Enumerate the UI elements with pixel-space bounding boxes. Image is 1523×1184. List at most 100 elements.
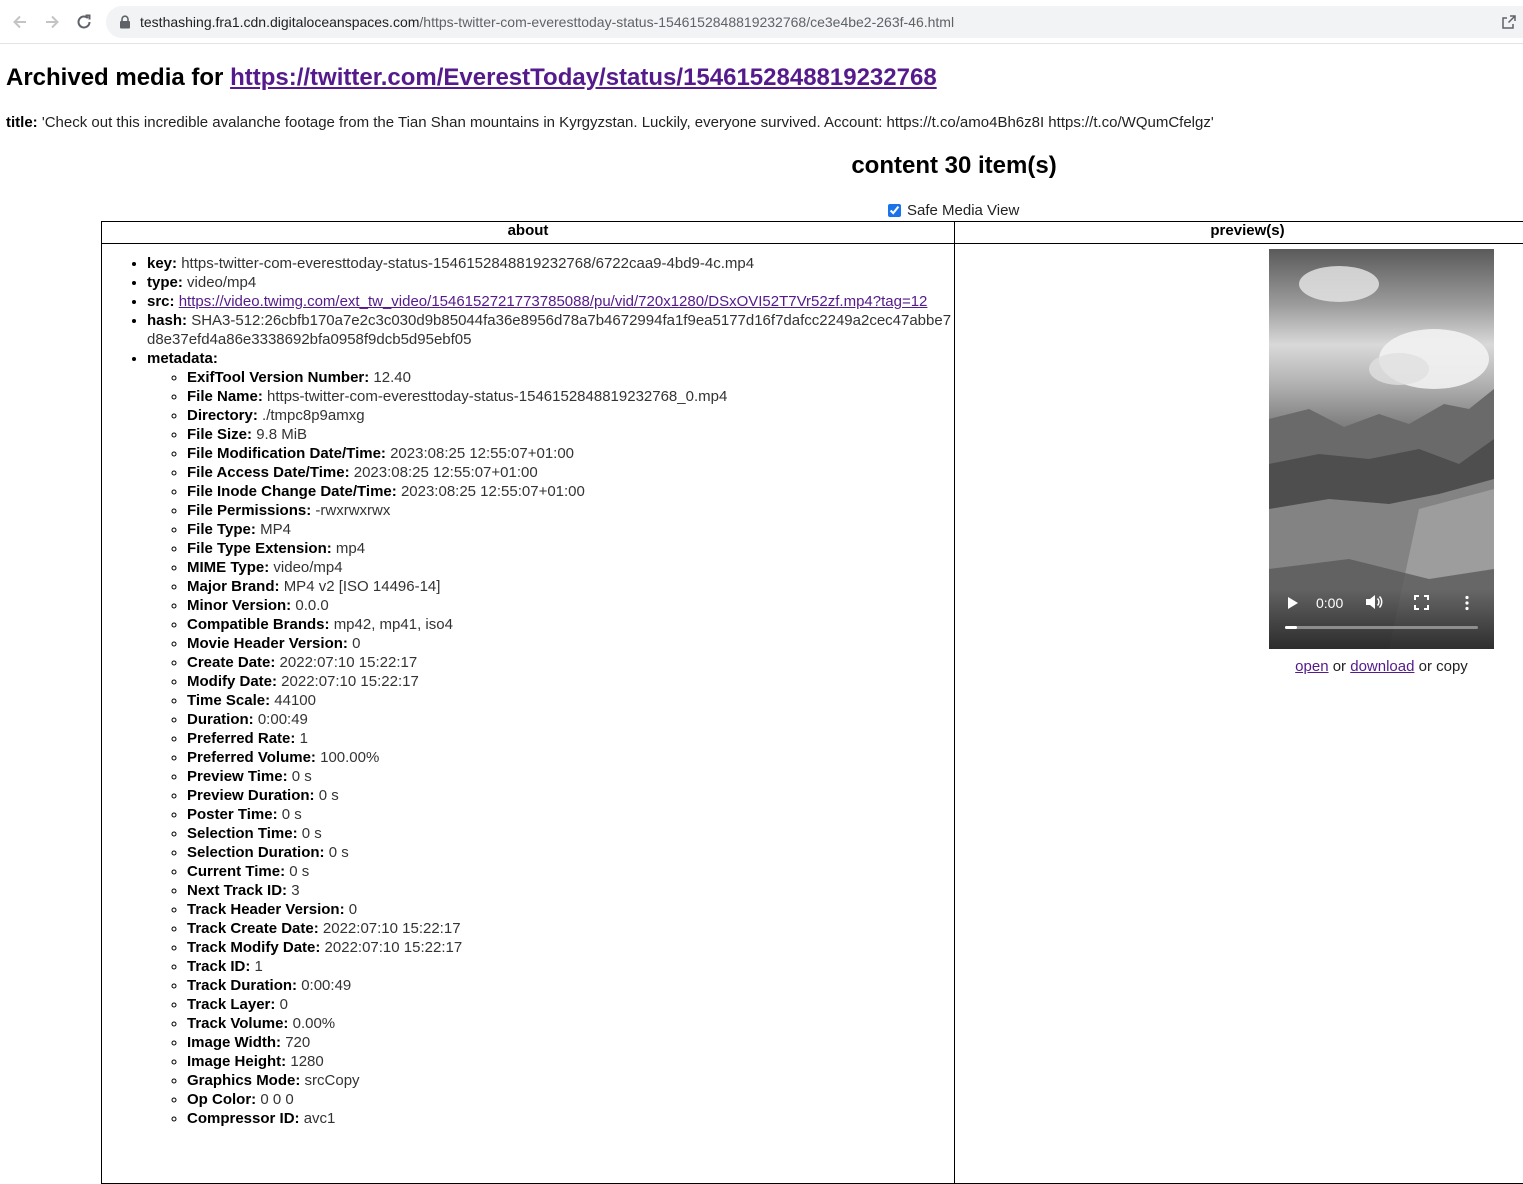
metadata-key: Minor Version:	[187, 597, 291, 614]
or-copy-text: or copy	[1414, 658, 1467, 675]
metadata-value: 9.8 MiB	[256, 426, 307, 443]
metadata-value: avc1	[304, 1110, 336, 1127]
media-table: about preview(s) key: https-twitter-com-…	[101, 221, 1523, 1184]
tweet-link[interactable]: https://twitter.com/EverestToday/status/…	[230, 64, 937, 91]
metadata-value: 0.00%	[293, 1015, 336, 1032]
metadata-key: File Permissions:	[187, 502, 311, 519]
metadata-value: 0	[280, 996, 288, 1013]
metadata-value: 0:00:49	[258, 711, 308, 728]
metadata-item: metadata: ExifTool Version Number: 12.40…	[147, 349, 954, 1128]
metadata-key: Graphics Mode:	[187, 1072, 300, 1089]
forward-button[interactable]	[40, 10, 64, 34]
metadata-value: 44100	[274, 692, 316, 709]
metadata-key: Track Duration:	[187, 977, 297, 994]
metadata-key: File Type:	[187, 521, 256, 538]
metadata-entry: ExifTool Version Number: 12.40	[187, 368, 954, 387]
metadata-key: Preferred Volume:	[187, 749, 316, 766]
key-item: key: https-twitter-com-everesttoday-stat…	[147, 254, 954, 273]
key-value: https-twitter-com-everesttoday-status-15…	[181, 255, 754, 272]
metadata-list: ExifTool Version Number: 12.40File Name:…	[147, 368, 954, 1128]
metadata-value: 0 s	[319, 787, 339, 804]
video-player[interactable]: 0:00	[1269, 249, 1494, 649]
metadata-key: Poster Time:	[187, 806, 278, 823]
metadata-entry: File Size: 9.8 MiB	[187, 425, 954, 444]
metadata-key: Track Create Date:	[187, 920, 319, 937]
metadata-value: 12.40	[373, 369, 411, 386]
metadata-entry: Duration: 0:00:49	[187, 710, 954, 729]
metadata-entry: Image Height: 1280	[187, 1052, 954, 1071]
metadata-key: Track ID:	[187, 958, 250, 975]
metadata-key: File Name:	[187, 388, 263, 405]
metadata-entry: Preview Duration: 0 s	[187, 786, 954, 805]
metadata-key: Compressor ID:	[187, 1110, 300, 1127]
content-count-heading: content 30 item(s)	[0, 152, 1523, 180]
metadata-entry: Selection Duration: 0 s	[187, 843, 954, 862]
reload-icon	[75, 13, 93, 31]
metadata-value: -rwxrwxrwx	[315, 502, 390, 519]
back-button[interactable]	[8, 10, 32, 34]
metadata-entry: File Name: https-twitter-com-everesttoda…	[187, 387, 954, 406]
title-label: title:	[6, 114, 38, 131]
arrow-right-icon	[43, 13, 61, 31]
metadata-entry: Compressor ID: avc1	[187, 1109, 954, 1128]
address-bar[interactable]: testhashing.fra1.cdn.digitaloceanspaces.…	[106, 6, 1523, 38]
column-header-previews: preview(s)	[955, 222, 1523, 244]
metadata-value: 0 0 0	[260, 1091, 293, 1108]
metadata-key: Track Volume:	[187, 1015, 288, 1032]
metadata-entry: File Permissions: -rwxrwxrwx	[187, 501, 954, 520]
safe-media-view-toggle[interactable]: Safe Media View	[888, 202, 1019, 219]
metadata-entry: Create Date: 2022:07:10 15:22:17	[187, 653, 954, 672]
metadata-key: Compatible Brands:	[187, 616, 330, 633]
metadata-key: Selection Time:	[187, 825, 298, 842]
metadata-value: 2023:08:25 12:55:07+01:00	[354, 464, 538, 481]
url-host: testhashing.fra1.cdn.digitaloceanspaces.…	[140, 14, 419, 30]
hash-label: hash:	[147, 312, 187, 329]
metadata-key: Image Height:	[187, 1053, 286, 1070]
metadata-key: Track Modify Date:	[187, 939, 320, 956]
metadata-key: File Size:	[187, 426, 252, 443]
metadata-key: Op Color:	[187, 1091, 256, 1108]
about-list: key: https-twitter-com-everesttoday-stat…	[102, 254, 954, 1128]
metadata-value: 0 s	[282, 806, 302, 823]
metadata-entry: File Type Extension: mp4	[187, 539, 954, 558]
safe-media-view-checkbox[interactable]	[888, 204, 901, 217]
fullscreen-icon[interactable]	[1414, 595, 1429, 613]
open-link[interactable]: open	[1295, 658, 1328, 675]
type-item: type: video/mp4	[147, 273, 954, 292]
metadata-entry: Graphics Mode: srcCopy	[187, 1071, 954, 1090]
metadata-key: Time Scale:	[187, 692, 270, 709]
more-options-icon[interactable]	[1464, 595, 1470, 614]
src-link[interactable]: https://video.twimg.com/ext_tw_video/154…	[179, 293, 928, 310]
metadata-value: 2022:07:10 15:22:17	[323, 920, 461, 937]
media-actions: open or download or copy	[1269, 658, 1494, 675]
video-progress-bar[interactable]	[1285, 626, 1478, 629]
browser-toolbar: testhashing.fra1.cdn.digitaloceanspaces.…	[0, 0, 1523, 44]
metadata-value: mp42, mp41, iso4	[334, 616, 453, 633]
share-icon[interactable]	[1501, 14, 1517, 30]
page-title: Archived media for https://twitter.com/E…	[6, 64, 937, 92]
metadata-value: mp4	[336, 540, 365, 557]
metadata-value: MP4 v2 [ISO 14496-14]	[284, 578, 441, 595]
metadata-key: Preferred Rate:	[187, 730, 295, 747]
metadata-key: Major Brand:	[187, 578, 280, 595]
metadata-entry: Major Brand: MP4 v2 [ISO 14496-14]	[187, 577, 954, 596]
metadata-entry: Track Header Version: 0	[187, 900, 954, 919]
metadata-entry: File Access Date/Time: 2023:08:25 12:55:…	[187, 463, 954, 482]
metadata-entry: Track Layer: 0	[187, 995, 954, 1014]
type-label: type:	[147, 274, 183, 291]
preview-cell: 0:00 open or download or	[955, 244, 1523, 1184]
download-link[interactable]: download	[1350, 658, 1414, 675]
lock-icon[interactable]	[118, 14, 132, 30]
volume-icon[interactable]	[1365, 594, 1383, 613]
url-path: /https-twitter-com-everesttoday-status-1…	[419, 14, 954, 30]
metadata-value: 0 s	[302, 825, 322, 842]
column-header-about: about	[102, 222, 955, 244]
metadata-value: video/mp4	[273, 559, 342, 576]
metadata-value: 0 s	[289, 863, 309, 880]
metadata-value: MP4	[260, 521, 291, 538]
metadata-entry: File Inode Change Date/Time: 2023:08:25 …	[187, 482, 954, 501]
metadata-key: Modify Date:	[187, 673, 277, 690]
metadata-entry: Minor Version: 0.0.0	[187, 596, 954, 615]
reload-button[interactable]	[72, 10, 96, 34]
play-icon[interactable]	[1287, 596, 1299, 613]
